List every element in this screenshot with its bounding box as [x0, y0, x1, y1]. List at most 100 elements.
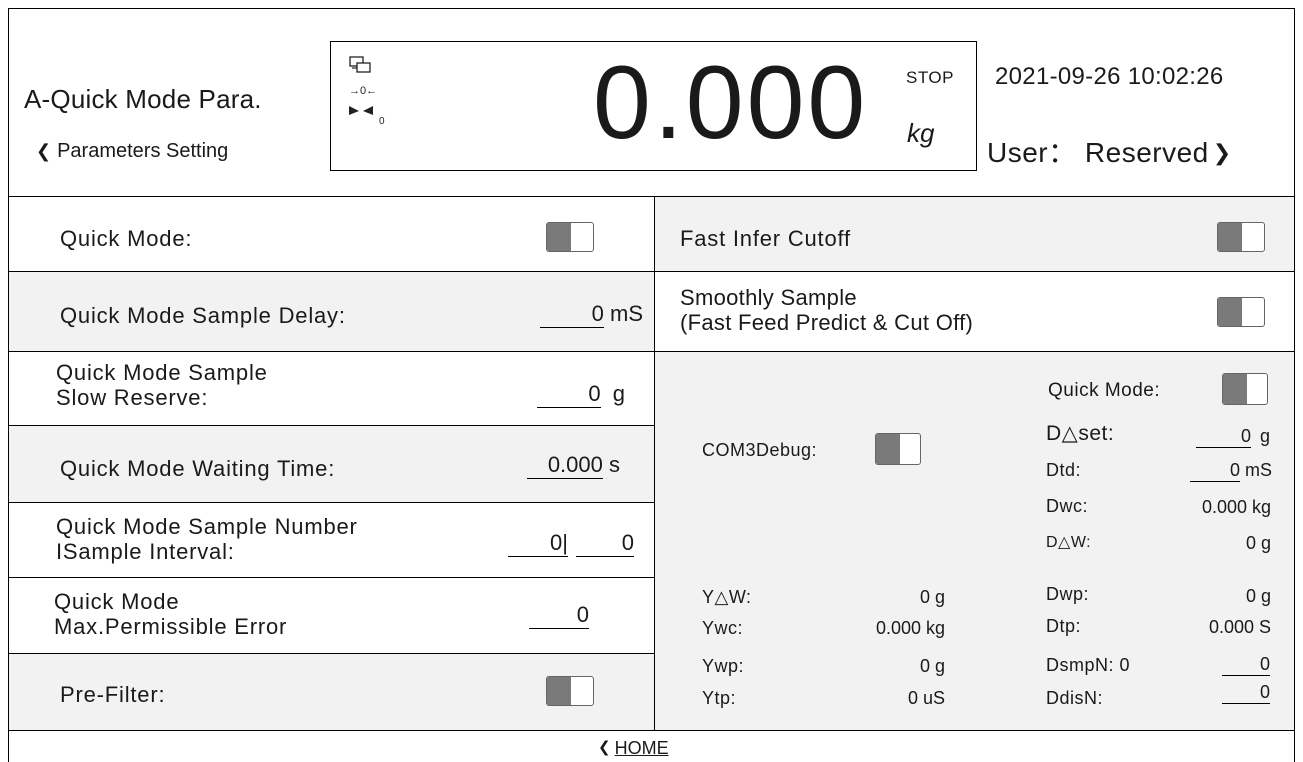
label-line: (Fast Feed Predict & Cut Off) — [680, 310, 974, 335]
label-line: Slow Reserve: — [56, 385, 209, 410]
quick-mode-toggle[interactable] — [546, 222, 594, 252]
sample-delay-unit: mS — [610, 301, 643, 326]
label-line: Quick Mode — [54, 589, 180, 614]
debug-value-ydw: 0 g — [919, 587, 945, 607]
chevron-right-icon: ❯ — [1212, 140, 1232, 165]
toggle-knob — [1218, 223, 1242, 251]
quick-mode-label: Quick Mode: — [60, 226, 193, 251]
sample-number-label: Quick Mode Sample Number ISample Interva… — [56, 514, 358, 564]
weight-display: →0← 0 0.000 STOP kg — [330, 41, 977, 171]
debug-value-ytp: 0 uS — [907, 688, 945, 708]
toggle-knob — [1218, 298, 1242, 326]
slow-reserve-label: Quick Mode Sample Slow Reserve: — [56, 360, 268, 410]
debug-field-dsmpn[interactable]: 0 — [1220, 654, 1270, 676]
debug-label-ddw: D△W: — [1046, 534, 1092, 551]
debug-unit-dset: g — [1259, 426, 1270, 446]
back-to-parameters-button[interactable]: ❮ Parameters Setting — [36, 141, 228, 161]
smoothly-sample-toggle[interactable] — [1217, 297, 1265, 327]
datetime: 2021-09-26 10:02:26 — [995, 63, 1224, 90]
user-label: User： Reserved — [987, 137, 1209, 168]
debug-label-ywc: Ywc: — [702, 618, 744, 638]
debug-label-dwc: Dwc: — [1046, 496, 1088, 516]
debug-label-ytp: Ytp: — [702, 688, 737, 708]
debug-label-dsmpn: DsmpN: 0 — [1046, 655, 1131, 675]
toggle-knob — [547, 677, 571, 705]
debug-value-ywp: 0 g — [919, 656, 945, 676]
debug-label-dtp: Dtp: — [1046, 616, 1082, 636]
waiting-time-value: 0.000 — [526, 452, 603, 479]
debug-label-ydw: Y△W: — [702, 587, 752, 607]
max-error-label: Quick Mode Max.Permissible Error — [54, 589, 287, 639]
slow-reserve-field[interactable]: 0 g — [525, 381, 625, 408]
chevron-left-icon: ❮ — [598, 739, 611, 756]
label-line: Max.Permissible Error — [54, 614, 288, 639]
slow-reserve-value: 0 — [536, 381, 601, 408]
com3-debug-toggle[interactable] — [875, 433, 921, 465]
back-label: Parameters Setting — [57, 140, 229, 162]
label-line: Quick Mode Sample — [56, 360, 268, 385]
debug-label-ddisn: DdisN: — [1046, 688, 1104, 708]
status-badge: STOP — [906, 68, 954, 87]
slow-reserve-unit: g — [612, 381, 625, 406]
fast-infer-cutoff-toggle[interactable] — [1217, 222, 1265, 252]
monitor-icon — [349, 56, 371, 73]
chevron-left-icon: ❮ — [36, 141, 52, 161]
zero-indicator: 0 — [379, 116, 385, 127]
debug-quick-mode-label: Quick Mode: — [1048, 380, 1161, 401]
debug-value-dwp: 0 g — [1245, 586, 1271, 606]
user-button[interactable]: User： Reserved ❯ — [987, 139, 1232, 167]
debug-label-dset: D△set: — [1046, 422, 1115, 445]
debug-value-ddisn: 0 — [1222, 682, 1270, 704]
debug-field-ddisn[interactable]: 0 — [1220, 682, 1270, 704]
debug-label-ywp: Ywp: — [702, 656, 745, 676]
sample-number-field[interactable]: 0| — [500, 530, 568, 557]
debug-value-ywc: 0.000 kg — [875, 618, 945, 638]
max-error-field[interactable]: 0 — [525, 602, 589, 629]
waiting-time-unit: s — [609, 452, 620, 477]
debug-field-dtd[interactable]: 0 mS — [1176, 460, 1272, 482]
pre-filter-toggle[interactable] — [546, 676, 594, 706]
stable-icon — [349, 106, 373, 115]
divider — [8, 653, 654, 654]
status-icons: →0← 0 — [349, 56, 389, 128]
sample-number-value: 0| — [508, 530, 568, 557]
sample-interval-field[interactable]: 0 — [572, 530, 634, 557]
waiting-time-field[interactable]: 0.000 s — [500, 452, 620, 479]
home-label: HOME — [614, 738, 669, 758]
divider — [8, 271, 1295, 272]
page-title: A-Quick Mode Para. — [24, 84, 262, 114]
debug-unit-dtd: mS — [1245, 460, 1272, 480]
toggle-knob — [876, 434, 900, 464]
label-line: ISample Interval: — [56, 539, 235, 564]
divider — [654, 196, 655, 730]
debug-value-dwc: 0.000 kg — [1201, 497, 1271, 517]
sample-delay-value: 0 — [539, 301, 604, 328]
debug-value-dtd: 0 — [1189, 460, 1240, 482]
debug-label-dwp: Dwp: — [1046, 584, 1090, 604]
max-error-value: 0 — [529, 602, 589, 629]
divider — [8, 502, 654, 503]
fast-infer-cutoff-label: Fast Infer Cutoff — [680, 226, 851, 251]
debug-field-dset[interactable]: 0 g — [1186, 426, 1270, 448]
debug-value-dset: 0 — [1195, 426, 1251, 448]
toggle-knob — [1223, 374, 1247, 404]
debug-value-dsmpn: 0 — [1222, 654, 1270, 676]
debug-quick-mode-toggle[interactable] — [1222, 373, 1268, 405]
toggle-knob — [547, 223, 571, 251]
sample-delay-label: Quick Mode Sample Delay: — [60, 303, 346, 328]
sample-delay-field[interactable]: 0 mS — [525, 301, 643, 328]
debug-label-dtd: Dtd: — [1046, 460, 1082, 480]
com3-debug-label: COM3Debug: — [702, 440, 818, 460]
smoothly-sample-label: Smoothly Sample (Fast Feed Predict & Cut… — [680, 285, 973, 335]
zero-icon: →0← — [349, 85, 378, 97]
divider — [8, 577, 654, 578]
weight-value: 0.000 — [593, 45, 869, 161]
divider — [8, 351, 1295, 352]
pre-filter-label: Pre-Filter: — [60, 682, 166, 707]
home-button[interactable]: ❮ HOME — [598, 738, 669, 758]
divider — [8, 425, 654, 426]
label-line: Smoothly Sample — [680, 285, 857, 310]
debug-value-dtp: 0.000 S — [1208, 617, 1271, 637]
sample-interval-value: 0 — [576, 530, 634, 557]
divider — [8, 730, 1295, 731]
